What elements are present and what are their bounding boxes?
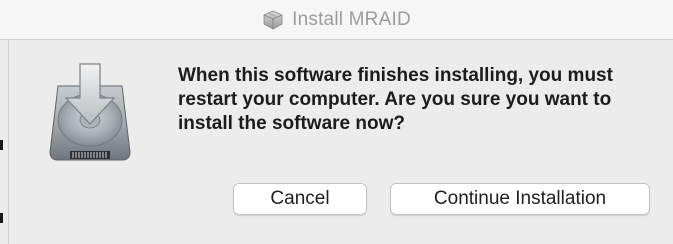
package-icon <box>262 9 284 31</box>
disk-download-icon <box>40 58 140 168</box>
window-left-edge <box>8 40 9 244</box>
background-edge-mark <box>0 140 3 150</box>
continue-installation-button[interactable]: Continue Installation <box>390 183 650 215</box>
window-title-group: Install MRAID <box>0 0 673 40</box>
background-edge-mark <box>0 213 3 223</box>
window-title: Install MRAID <box>292 9 411 30</box>
window-titlebar[interactable]: Install MRAID <box>0 0 673 40</box>
installer-dialog-window: Install MRAID When this software finishe… <box>0 0 673 244</box>
cancel-button[interactable]: Cancel <box>233 183 367 215</box>
dialog-message: When this software finishes installing, … <box>178 65 613 134</box>
